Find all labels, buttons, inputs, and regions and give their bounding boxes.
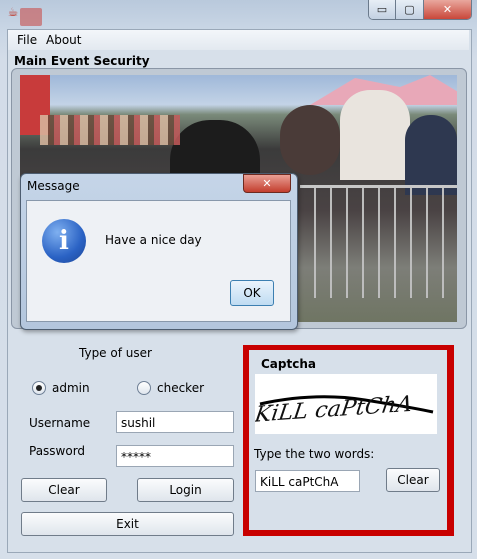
close-icon: ✕ xyxy=(262,177,272,190)
username-input[interactable]: sushil xyxy=(116,411,234,433)
admin-radio[interactable] xyxy=(32,381,46,395)
captcha-image: KiLL caPtChA xyxy=(252,374,437,434)
captcha-distorted-text: KiLL caPtChA xyxy=(252,391,434,428)
minimize-icon: ▭ xyxy=(376,3,388,16)
captcha-clear-label: Clear xyxy=(397,473,429,487)
background-crowd xyxy=(40,115,180,145)
admin-radio-label[interactable]: admin xyxy=(52,381,90,395)
clear-button-label: Clear xyxy=(48,483,80,497)
checker-radio[interactable] xyxy=(137,381,151,395)
captcha-clear-button[interactable]: Clear xyxy=(386,468,440,492)
exit-button[interactable]: Exit xyxy=(21,512,234,536)
crowd-person xyxy=(340,90,410,180)
menu-about[interactable]: About xyxy=(46,33,81,47)
ok-button[interactable]: OK xyxy=(230,280,274,306)
section-title: Main Event Security xyxy=(14,54,150,68)
clear-button[interactable]: Clear xyxy=(21,478,107,502)
ok-button-label: OK xyxy=(243,286,261,300)
java-icon: ☕ xyxy=(7,5,19,19)
maximize-button[interactable]: ▢ xyxy=(396,0,424,19)
user-type-label: Type of user xyxy=(79,346,152,360)
dialog-message: Have a nice day xyxy=(105,233,202,247)
dialog-close-button[interactable]: ✕ xyxy=(243,174,291,193)
crowd-person xyxy=(405,115,457,195)
menu-file[interactable]: File xyxy=(17,33,37,47)
password-label: Password xyxy=(29,444,86,458)
crowd-barrier xyxy=(300,185,457,298)
captcha-answer-input[interactable]: KiLL caPtChA xyxy=(255,470,360,492)
window-controls: ▭ ▢ ✕ xyxy=(368,0,472,20)
login-button-label: Login xyxy=(169,483,202,497)
minimize-button[interactable]: ▭ xyxy=(369,0,396,19)
crowd-person xyxy=(280,105,340,175)
maximize-icon: ▢ xyxy=(404,3,415,16)
close-icon: ✕ xyxy=(442,3,453,16)
captcha-title: Captcha xyxy=(261,357,316,371)
window-close-button[interactable]: ✕ xyxy=(424,0,471,19)
password-input[interactable]: ***** xyxy=(116,445,234,467)
blurred-header-logo xyxy=(20,8,42,26)
captcha-text: KiLL caPtChA xyxy=(255,391,414,428)
username-label: Username xyxy=(29,416,91,430)
exit-button-label: Exit xyxy=(116,517,139,531)
info-icon: i xyxy=(42,219,86,263)
captcha-prompt: Type the two words: xyxy=(254,447,375,461)
checker-radio-label[interactable]: checker xyxy=(157,381,204,395)
dialog-title: Message xyxy=(27,179,80,193)
login-button[interactable]: Login xyxy=(137,478,234,502)
